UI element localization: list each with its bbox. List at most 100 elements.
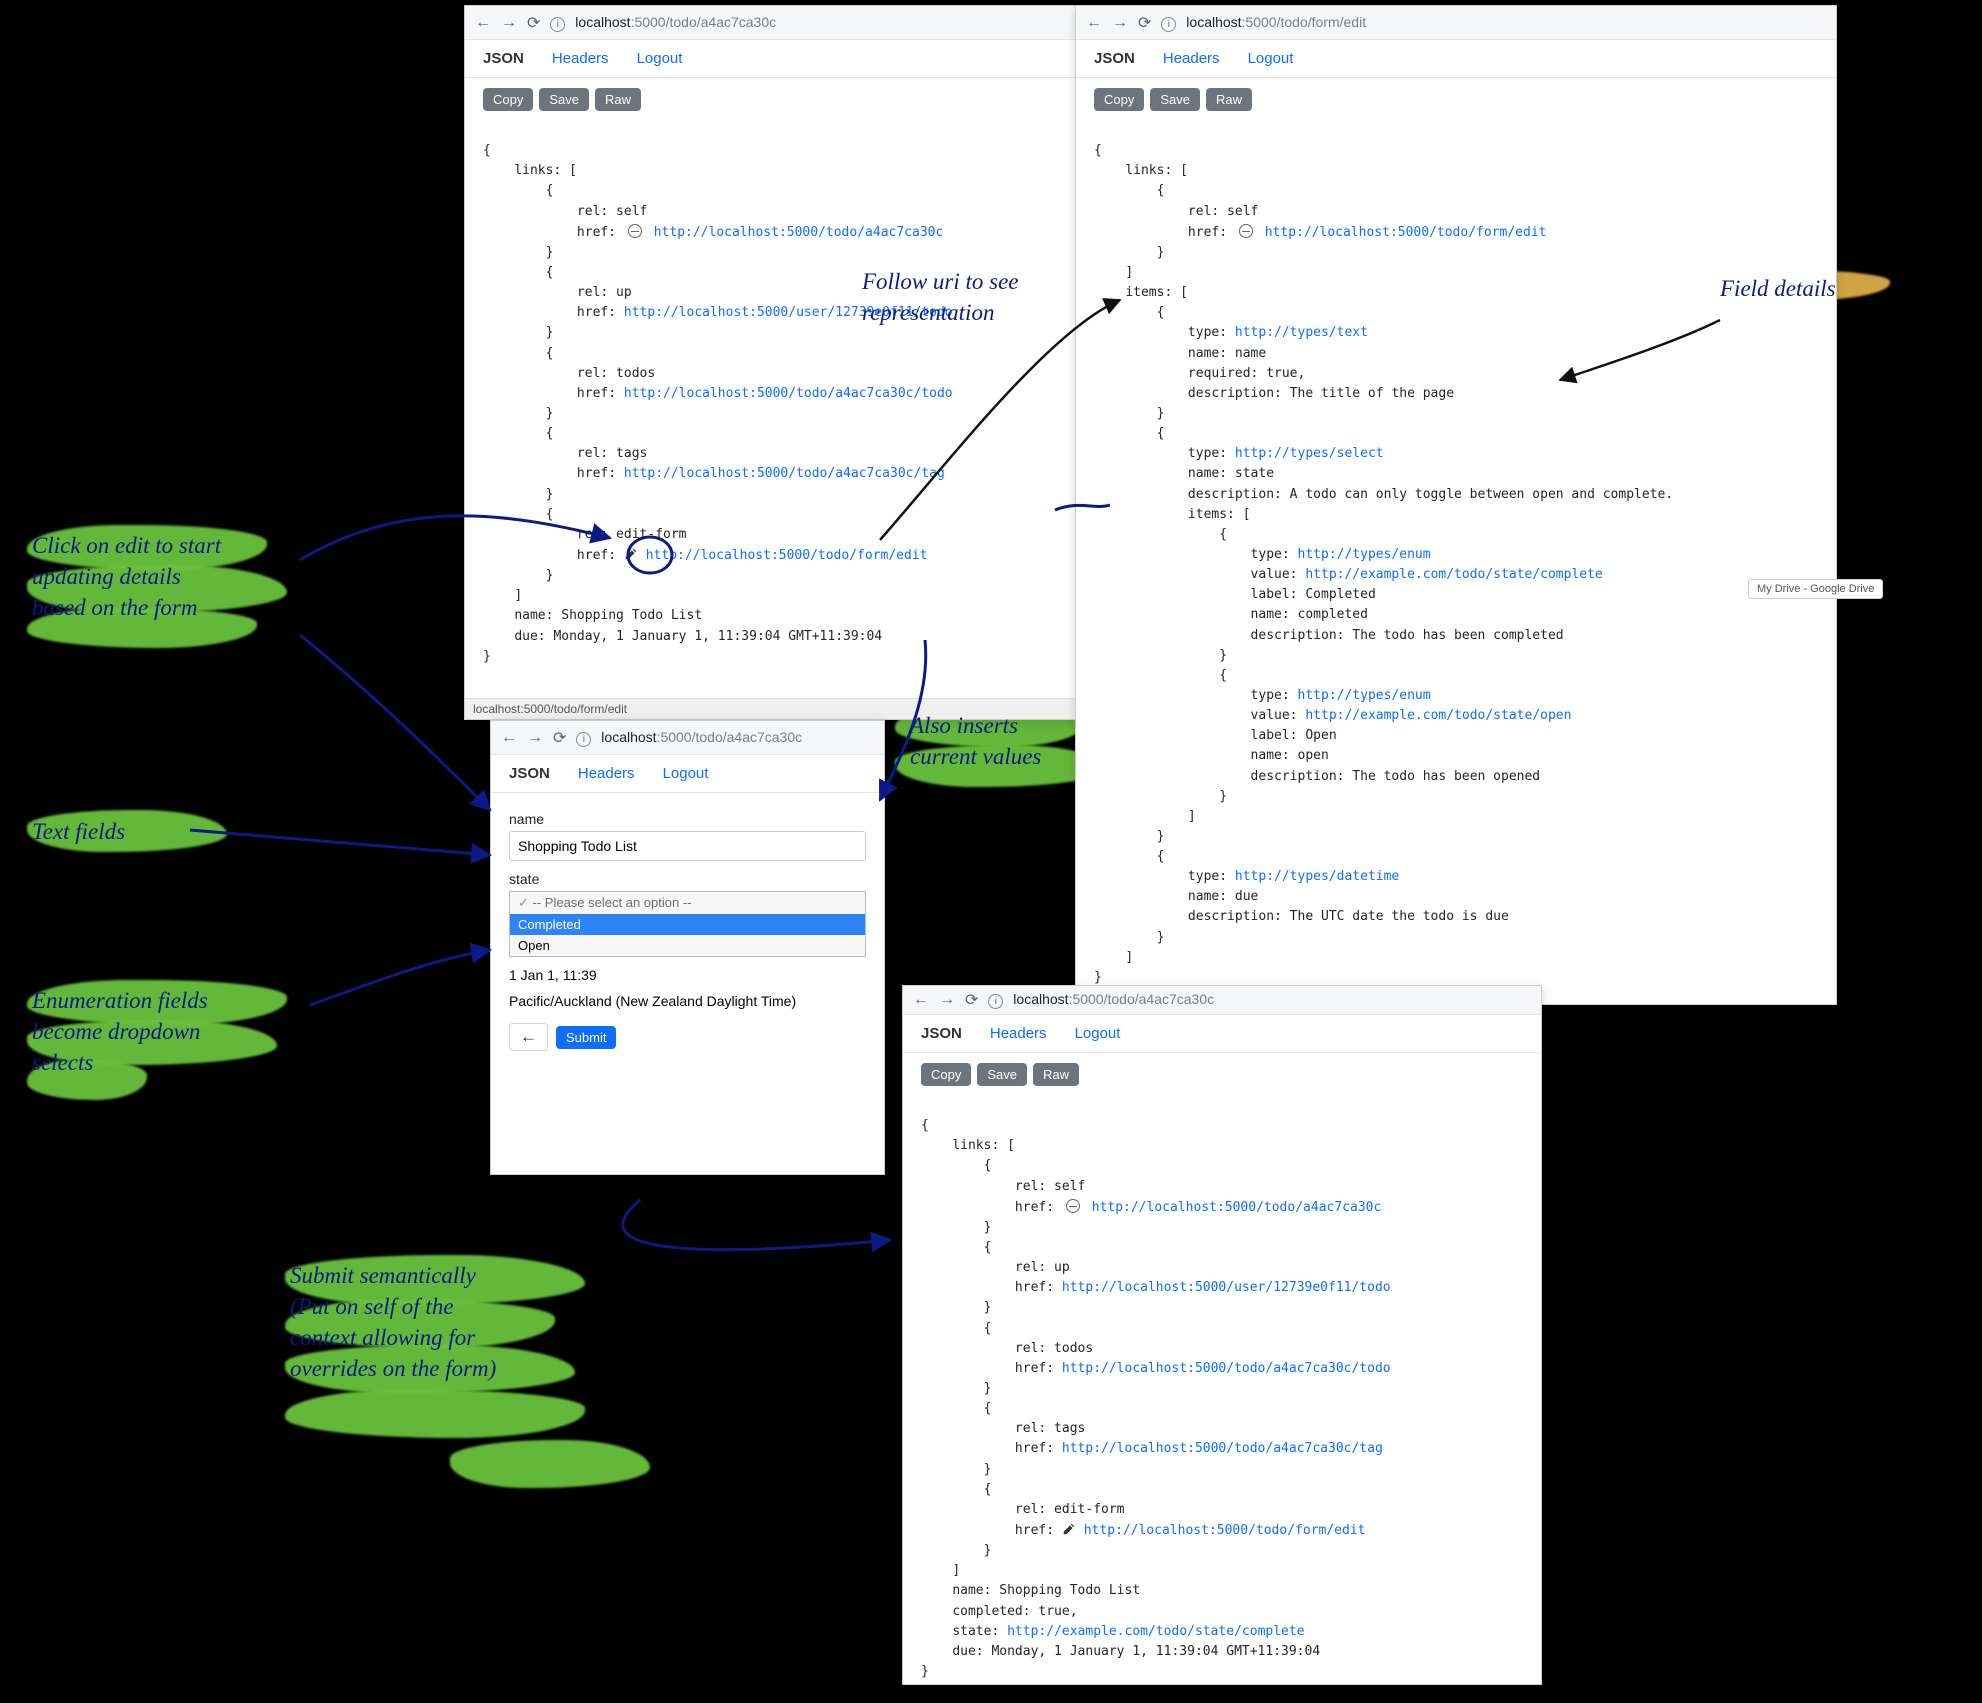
address-bar: ← → ⟳ i localhost:5000/todo/a4ac7ca30c [903, 986, 1541, 1015]
copy-button[interactable]: Copy [483, 88, 533, 111]
back-icon[interactable]: ← [475, 14, 491, 32]
pencil-icon[interactable] [1062, 1522, 1076, 1536]
rel-self: rel: self [577, 204, 647, 219]
json-body: { links: [ { rel: self href: http://loca… [1076, 117, 1836, 1002]
type-select[interactable]: http://types/select [1235, 446, 1384, 461]
link-self[interactable]: http://localhost:5000/todo/form/edit [1265, 225, 1547, 240]
url-box[interactable]: i localhost:5000/todo/a4ac7ca30c [550, 14, 1078, 32]
rel-self: rel: self [1188, 204, 1258, 219]
copy-button[interactable]: Copy [1094, 88, 1144, 111]
state-option-placeholder[interactable]: -- Please select an option -- [510, 892, 865, 914]
json-body: { links: [ { rel: self href: http://loca… [465, 117, 1088, 681]
collapse-icon[interactable] [628, 224, 642, 238]
paint-splotch [285, 1390, 585, 1438]
link-todos[interactable]: http://localhost:5000/todo/a4ac7ca30c/to… [1062, 1361, 1391, 1376]
state-value[interactable]: http://example.com/todo/state/complete [1007, 1624, 1304, 1639]
state-select[interactable]: -- Please select an option -- Completed … [509, 891, 866, 957]
reload-icon[interactable]: ⟳ [1138, 13, 1151, 33]
url-box[interactable]: i localhost:5000/todo/form/edit [1161, 14, 1826, 32]
collapse-icon[interactable] [1066, 1199, 1080, 1213]
link-edit-form[interactable]: http://localhost:5000/todo/form/edit [646, 548, 928, 563]
reload-icon[interactable]: ⟳ [965, 990, 978, 1010]
raw-button[interactable]: Raw [595, 88, 641, 111]
save-button[interactable]: Save [977, 1063, 1027, 1086]
annotation-also-inserts: Also inserts current values [910, 710, 1041, 772]
collapse-icon[interactable] [1239, 224, 1253, 238]
url-path: :5000/todo/form/edit [1242, 14, 1367, 30]
back-icon[interactable]: ← [501, 729, 517, 747]
link-self[interactable]: http://localhost:5000/todo/a4ac7ca30c [1092, 1200, 1382, 1215]
info-icon: i [988, 994, 1003, 1009]
forward-icon[interactable]: → [939, 991, 955, 1009]
tab-json[interactable]: JSON [921, 1025, 962, 1042]
window-todo-updated-json: ← → ⟳ i localhost:5000/todo/a4ac7ca30c J… [902, 985, 1542, 1685]
address-bar: ← → ⟳ i localhost:5000/todo/a4ac7ca30c [491, 721, 884, 755]
rel-tags: rel: tags [1015, 1421, 1085, 1436]
tab-json[interactable]: JSON [509, 765, 550, 782]
name-value: name: Shopping Todo List [952, 1583, 1140, 1598]
gdrive-tab[interactable]: My Drive - Google Drive [1748, 579, 1883, 599]
name-field[interactable] [509, 831, 866, 861]
submit-button[interactable]: Submit [556, 1026, 616, 1049]
annotation-enum-fields: Enumeration fields become dropdown selec… [32, 985, 208, 1078]
reload-icon[interactable]: ⟳ [527, 13, 540, 33]
window-form-json: ← → ⟳ i localhost:5000/todo/form/edit JS… [1075, 5, 1837, 1005]
type-enum[interactable]: http://types/enum [1298, 688, 1431, 703]
type-enum[interactable]: http://types/enum [1298, 547, 1431, 562]
paint-splotch [450, 1440, 650, 1488]
tab-logout[interactable]: Logout [1075, 1025, 1121, 1042]
raw-button[interactable]: Raw [1206, 88, 1252, 111]
due-value: due: Monday, 1 January 1, 11:39:04 GMT+1… [952, 1644, 1320, 1659]
save-button[interactable]: Save [1150, 88, 1200, 111]
type-datetime[interactable]: http://types/datetime [1235, 869, 1399, 884]
tab-headers[interactable]: Headers [1163, 50, 1220, 67]
annotation-field-details: Field details [1720, 273, 1836, 304]
info-icon: i [550, 17, 565, 32]
reload-icon[interactable]: ⟳ [553, 728, 566, 748]
link-self[interactable]: http://localhost:5000/todo/a4ac7ca30c [654, 225, 944, 240]
enum-complete-value[interactable]: http://example.com/todo/state/complete [1305, 567, 1602, 582]
tab-headers[interactable]: Headers [990, 1025, 1047, 1042]
tab-json[interactable]: JSON [1094, 50, 1135, 67]
tab-headers[interactable]: Headers [552, 50, 609, 67]
url-box[interactable]: i localhost:5000/todo/a4ac7ca30c [988, 991, 1531, 1009]
raw-button[interactable]: Raw [1033, 1063, 1079, 1086]
forward-icon[interactable]: → [1112, 14, 1128, 32]
back-button[interactable]: ← [509, 1023, 548, 1051]
forward-icon[interactable]: → [527, 729, 543, 747]
rel-up: rel: up [577, 285, 632, 300]
rel-tags: rel: tags [577, 446, 647, 461]
json-body: { links: [ { rel: self href: http://loca… [903, 1092, 1541, 1696]
tab-logout[interactable]: Logout [663, 765, 709, 782]
pencil-icon[interactable] [624, 547, 638, 561]
state-option-completed[interactable]: Completed [510, 914, 865, 935]
tab-json[interactable]: JSON [483, 50, 524, 67]
url-path: :5000/todo/a4ac7ca30c [631, 14, 777, 30]
back-icon[interactable]: ← [913, 991, 929, 1009]
link-todos[interactable]: http://localhost:5000/todo/a4ac7ca30c/to… [624, 386, 953, 401]
url-box[interactable]: i localhost:5000/todo/a4ac7ca30c [576, 729, 874, 747]
tab-logout[interactable]: Logout [637, 50, 683, 67]
annotation-text-fields: Text fields [32, 816, 125, 847]
link-tags[interactable]: http://localhost:5000/todo/a4ac7ca30c/ta… [1062, 1441, 1383, 1456]
save-button[interactable]: Save [539, 88, 589, 111]
name-label: name [509, 811, 866, 827]
copy-button[interactable]: Copy [921, 1063, 971, 1086]
back-icon[interactable]: ← [1086, 14, 1102, 32]
link-tags[interactable]: http://localhost:5000/todo/a4ac7ca30c/ta… [624, 466, 945, 481]
enum-open-value[interactable]: http://example.com/todo/state/open [1305, 708, 1571, 723]
info-icon: i [1161, 17, 1176, 32]
url-host: localhost [1013, 991, 1068, 1007]
window-todo-json: ← → ⟳ i localhost:5000/todo/a4ac7ca30c J… [464, 5, 1089, 720]
type-text[interactable]: http://types/text [1235, 325, 1368, 340]
link-edit-form[interactable]: http://localhost:5000/todo/form/edit [1084, 1523, 1366, 1538]
rel-edit-form: rel: edit-form [577, 527, 687, 542]
due-value: due: Monday, 1 January 1, 11:39:04 GMT+1… [514, 629, 882, 644]
tab-headers[interactable]: Headers [578, 765, 635, 782]
tab-logout[interactable]: Logout [1248, 50, 1294, 67]
forward-icon[interactable]: → [501, 14, 517, 32]
rel-todos: rel: todos [577, 366, 655, 381]
state-option-open[interactable]: Open [510, 935, 865, 956]
annotation-click-edit: Click on edit to start updating details … [32, 530, 221, 623]
link-up[interactable]: http://localhost:5000/user/12739e0f11/to… [1062, 1280, 1391, 1295]
